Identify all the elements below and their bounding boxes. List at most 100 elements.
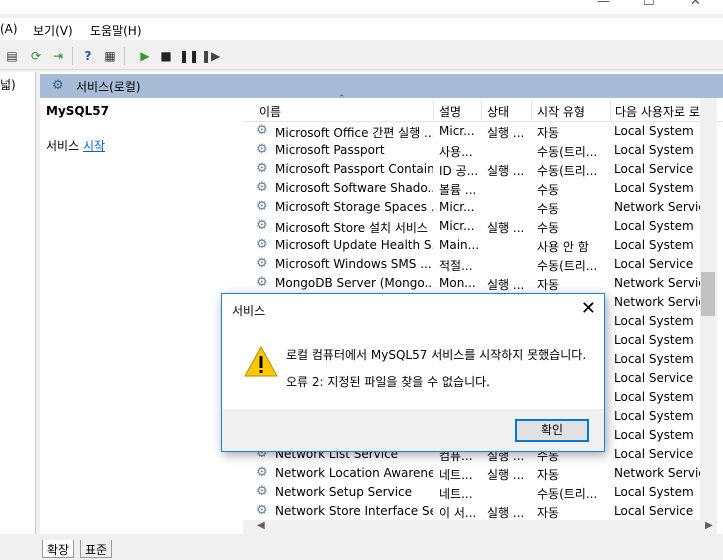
menu-bar: (A) 보기(V) 도움말(H) xyxy=(0,18,723,40)
service-description-cell: ID 공... xyxy=(439,164,479,178)
service-gear-icon: ⚙ xyxy=(256,503,268,518)
column-header-status[interactable]: 상태 xyxy=(487,103,529,120)
service-startup-cell: 자동 xyxy=(537,126,560,140)
dialog-title: 서비스 xyxy=(232,304,266,318)
table-row[interactable]: ⚙ Microsoft Passport Container ID 공... 실행 .… xyxy=(243,160,713,179)
help-icon[interactable]: ? xyxy=(79,47,97,65)
service-logon-cell: Local Service xyxy=(614,504,694,518)
refresh-icon[interactable]: ⟳ xyxy=(27,47,45,65)
service-startup-cell: 수동(트리... xyxy=(537,259,598,273)
toolbar-separator xyxy=(72,47,73,65)
table-row[interactable]: ⚙ Microsoft Update Health S... Main... 사용 안… xyxy=(243,236,713,255)
table-row[interactable]: ⚙ Microsoft Store 설치 서비스 Micr... 실행 ... 수동 Lo… xyxy=(243,217,713,236)
service-startup-cell: 수동 xyxy=(537,202,560,216)
column-divider[interactable] xyxy=(610,100,611,120)
table-row[interactable]: ⚙ Network Store Interface Se... 이 서... 실행 .… xyxy=(243,502,713,520)
service-gear-icon: ⚙ xyxy=(256,123,268,138)
service-startup-cell: 수동(트리... xyxy=(537,145,598,159)
table-row[interactable]: ⚙ Microsoft Windows SMS ... 적절... 수동(트리... L… xyxy=(243,255,713,274)
service-status-cell: 실행 ... xyxy=(487,164,525,178)
service-startup-cell: 수동(트리... xyxy=(537,164,598,178)
sort-ascending-icon: ⌃ xyxy=(338,94,346,104)
service-description-cell: Mon... xyxy=(439,276,476,290)
service-logon-cell: Local System xyxy=(614,124,694,138)
service-description-cell: 네트... xyxy=(439,487,473,501)
column-divider[interactable] xyxy=(481,100,482,120)
menu-view[interactable]: 보기(V) xyxy=(33,22,73,39)
table-row[interactable]: ⚙ Network Setup Service 네트... 수동(트리... Local… xyxy=(243,483,713,502)
start-service-icon[interactable]: ▶ xyxy=(136,47,154,65)
service-logon-cell: Local System xyxy=(614,333,694,347)
service-logon-cell: Local System xyxy=(614,143,694,157)
ok-button[interactable]: 확인 xyxy=(515,419,589,442)
restart-service-icon[interactable]: ❚▶ xyxy=(201,47,220,65)
toolbar: ▤ ⟳ ⇥ ? ▦ ▶ ■ ❚❚ ❚▶ xyxy=(0,42,723,70)
service-status-cell: 실행 ... xyxy=(487,506,525,520)
column-header-startup-type[interactable]: 시작 유형 xyxy=(537,103,609,120)
service-description-cell: 네트... xyxy=(439,468,473,482)
tab-extended[interactable]: 확장 xyxy=(42,540,75,558)
table-row[interactable]: ⚙ MongoDB Server (Mongo... Mon... 실행 ... 자동 N… xyxy=(243,274,713,293)
maximize-icon[interactable]: ☐ xyxy=(643,0,655,9)
service-logon-cell: Local System xyxy=(614,390,694,404)
table-row[interactable]: ⚙ Microsoft Office 간편 실행 ... Micr... 실행 ...… xyxy=(243,122,713,141)
scroll-left-icon[interactable]: ◀ xyxy=(257,520,265,531)
service-gear-icon: ⚙ xyxy=(256,199,268,214)
tab-standard[interactable]: 표준 xyxy=(80,540,113,558)
service-name-cell: Microsoft Update Health S... xyxy=(275,238,433,252)
dialog-footer: 확인 xyxy=(222,409,604,451)
service-gear-icon: ⚙ xyxy=(256,237,268,252)
close-icon[interactable]: ✕ xyxy=(581,298,596,319)
dialog-message: 로컬 컴퓨터에서 MySQL57 서비스를 시작하지 못했습니다. xyxy=(286,348,587,362)
service-name-cell: MongoDB Server (Mongo... xyxy=(275,276,433,290)
stop-service-icon[interactable]: ■ xyxy=(157,47,175,65)
service-description-cell: 이 서... xyxy=(439,506,477,520)
column-header-name[interactable]: 이름 xyxy=(259,103,429,120)
service-status-cell: 실행 ... xyxy=(487,468,525,482)
table-row[interactable]: ⚙ Microsoft Passport 사용... 수동(트리... Local Sy… xyxy=(243,141,713,160)
service-gear-icon: ⚙ xyxy=(256,256,268,271)
service-description-cell: Micr... xyxy=(439,124,475,138)
table-row[interactable]: ⚙ Microsoft Storage Spaces ... Micr... 수동 Ne… xyxy=(243,198,713,217)
column-header-description[interactable]: 설명 xyxy=(439,103,479,120)
export-icon[interactable]: ⇥ xyxy=(49,47,67,65)
service-name-cell: Network Setup Service xyxy=(275,485,413,499)
service-name-cell: Microsoft Windows SMS ... xyxy=(275,257,432,271)
service-startup-cell: 수동 xyxy=(537,183,560,197)
column-divider[interactable] xyxy=(531,100,532,120)
service-gear-icon: ⚙ xyxy=(256,484,268,499)
service-name-cell: Microsoft Office 간편 실행 ... xyxy=(275,126,433,140)
pause-service-icon[interactable]: ❚❚ xyxy=(179,47,199,65)
warning-icon xyxy=(244,346,278,377)
details-pane: MySQL57 서비스 시작 xyxy=(40,98,245,534)
service-logon-cell: Network Service xyxy=(614,295,713,309)
table-row[interactable]: ⚙ Network Location Awareness 네트... 실행 ... 자동… xyxy=(243,464,713,483)
service-logon-cell: Local System xyxy=(614,428,694,442)
service-name-cell: Network Store Interface Se... xyxy=(275,504,433,518)
service-description-cell: 적절... xyxy=(439,259,473,273)
service-gear-icon: ⚙ xyxy=(256,142,268,157)
table-row[interactable]: ⚙ Microsoft Software Shado... 볼륨 ... 수동 Loca… xyxy=(243,179,713,198)
panel-header: ⚙ 서비스(로컬) xyxy=(40,74,723,98)
horizontal-scrollbar[interactable]: ◀ ▶ xyxy=(243,520,717,534)
service-logon-cell: Local System xyxy=(614,238,694,252)
service-gear-icon: ⚙ xyxy=(256,161,268,176)
scroll-right-icon[interactable]: ▶ xyxy=(705,520,713,531)
menu-action[interactable]: (A) xyxy=(0,22,18,36)
tree-item[interactable]: 넓) xyxy=(0,76,16,93)
console-tree-icon[interactable]: ▦ xyxy=(101,47,119,65)
console-tree[interactable] xyxy=(0,72,36,534)
minimize-icon[interactable]: — xyxy=(597,0,610,9)
vertical-scroll-thumb[interactable] xyxy=(701,272,715,316)
menu-help[interactable]: 도움말(H) xyxy=(90,22,142,39)
service-logon-cell: Local System xyxy=(614,409,694,423)
close-window-icon[interactable]: ✕ xyxy=(690,0,701,9)
service-startup-cell: 자동 xyxy=(537,278,560,292)
column-divider[interactable] xyxy=(433,100,434,120)
service-logon-cell: Network Service xyxy=(614,276,713,290)
column-header-logon-as[interactable]: 다음 사용자로 로 xyxy=(615,103,707,120)
start-service-link[interactable]: 시작 xyxy=(83,139,105,153)
service-name-cell: Microsoft Software Shado... xyxy=(275,181,433,195)
service-name-cell: Microsoft Storage Spaces ... xyxy=(275,200,433,214)
properties-icon[interactable]: ▤ xyxy=(3,47,21,65)
